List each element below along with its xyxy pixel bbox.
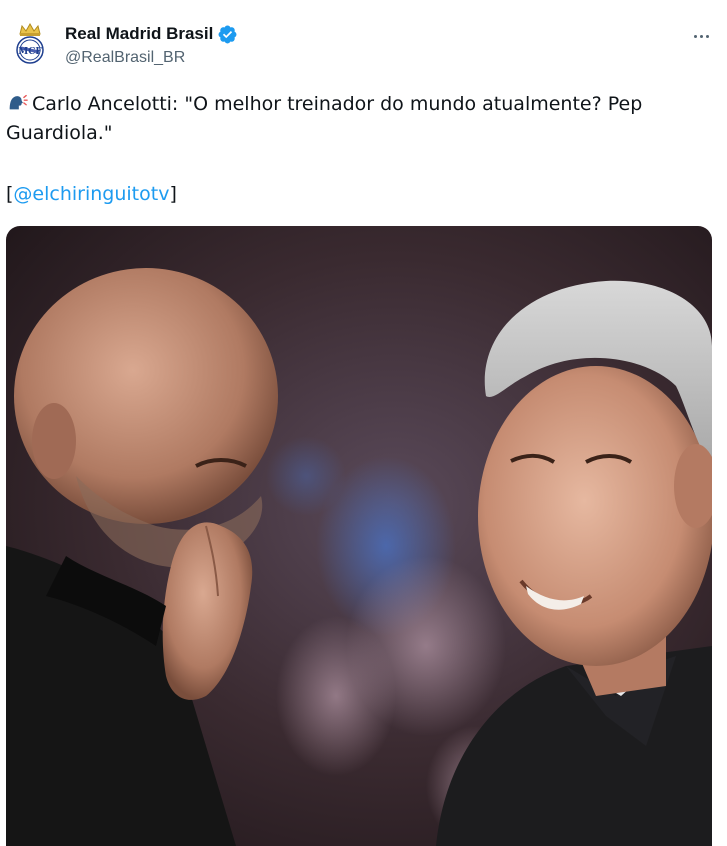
display-name-row: Real Madrid Brasil: [65, 22, 238, 46]
more-options-icon: [699, 34, 703, 38]
photo-two-coaches: [6, 226, 712, 846]
verified-badge-icon: [218, 25, 237, 43]
speaking-head-icon: [9, 94, 28, 110]
tweet-body: Carlo Ancelotti: "O melhor treinador do …: [6, 93, 643, 144]
more-options-button[interactable]: [687, 24, 715, 48]
account-handle[interactable]: @RealBrasil_BR: [65, 49, 238, 67]
tweet-text: Carlo Ancelotti: "O melhor treinador do …: [6, 90, 686, 148]
mention-line: [@elchiringuitotv]: [6, 180, 177, 209]
mention-bracket-close: ]: [169, 183, 177, 205]
more-options-icon: [705, 34, 709, 38]
display-name[interactable]: Real Madrid Brasil: [65, 24, 213, 44]
tweet-photo[interactable]: [6, 226, 712, 846]
real-madrid-crest-icon: MCF: [16, 22, 44, 64]
more-options-icon: [693, 34, 697, 38]
mention-link[interactable]: @elchiringuitotv: [13, 183, 169, 205]
tweet-card: MCF Real Madrid Brasil @RealBrasil_BR Ca…: [0, 0, 727, 846]
account-names: Real Madrid Brasil @RealBrasil_BR: [65, 22, 238, 67]
avatar[interactable]: MCF: [10, 22, 50, 66]
tweet-header: MCF Real Madrid Brasil @RealBrasil_BR: [6, 18, 721, 74]
svg-text:MCF: MCF: [18, 47, 42, 57]
